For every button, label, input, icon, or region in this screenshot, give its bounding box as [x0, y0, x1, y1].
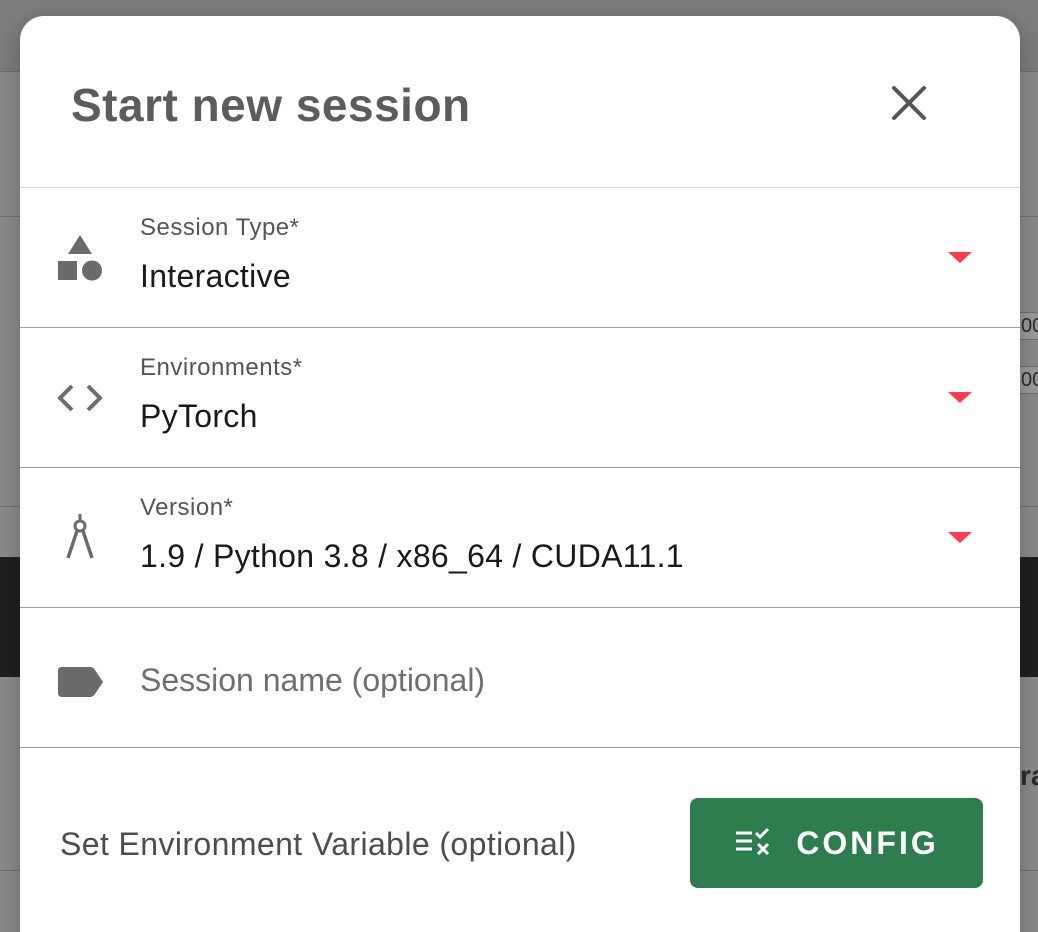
start-session-dialog: Start new session Session Type* Interact…	[20, 16, 1020, 932]
env-variable-row: Set Environment Variable (optional) CONF…	[20, 748, 1020, 932]
code-icon	[54, 372, 106, 424]
version-label: Version*	[140, 494, 234, 521]
dialog-title: Start new session	[71, 79, 471, 131]
config-button[interactable]: CONFIG	[690, 798, 983, 888]
background-cell: 00	[1018, 366, 1038, 394]
environments-label: Environments*	[140, 354, 303, 381]
config-button-label: CONFIG	[796, 824, 939, 861]
environments-select[interactable]: Environments* PyTorch	[20, 328, 1020, 468]
session-name-input[interactable]	[140, 658, 960, 702]
session-type-select[interactable]: Session Type* Interactive	[20, 188, 1020, 328]
version-value: 1.9 / Python 3.8 / x86_64 / CUDA11.1	[140, 538, 684, 574]
session-name-field	[20, 608, 1020, 748]
dropdown-arrow-icon[interactable]	[948, 532, 972, 543]
env-variable-label: Set Environment Variable (optional)	[60, 826, 577, 862]
session-type-value: Interactive	[140, 258, 291, 294]
rule-icon	[736, 827, 770, 856]
dropdown-arrow-icon[interactable]	[948, 252, 972, 263]
dropdown-arrow-icon[interactable]	[948, 392, 972, 403]
session-type-label: Session Type*	[140, 214, 300, 241]
close-icon	[892, 86, 926, 120]
label-tag-icon	[54, 656, 106, 708]
dialog-header: Start new session	[20, 16, 1020, 188]
compass-icon	[54, 512, 106, 564]
shapes-icon	[54, 232, 106, 284]
version-select[interactable]: Version* 1.9 / Python 3.8 / x86_64 / CUD…	[20, 468, 1020, 608]
background-cell: 00	[1018, 312, 1038, 340]
close-button[interactable]	[884, 78, 934, 128]
environments-value: PyTorch	[140, 398, 258, 434]
background-text: ra	[1020, 760, 1038, 791]
